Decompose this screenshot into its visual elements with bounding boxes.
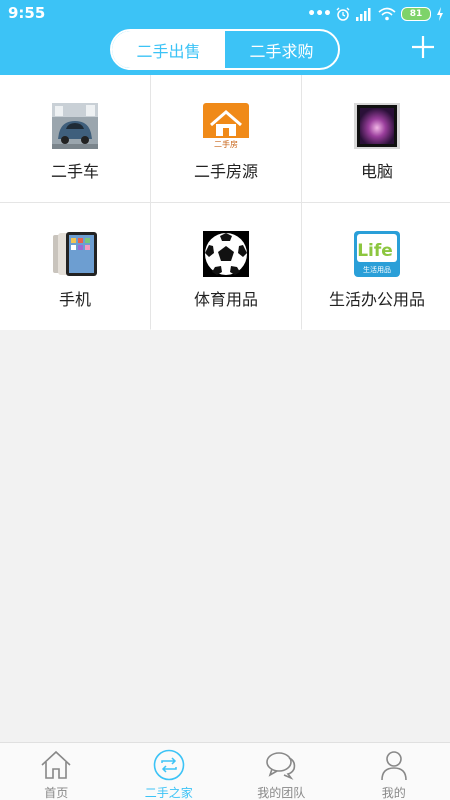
life-goods-image: Life 生活用品 [354, 231, 400, 277]
alarm-icon [336, 7, 350, 21]
status-icons: ••• 81 [307, 5, 444, 23]
computer-image [354, 103, 400, 149]
life-logo-text: Life [357, 241, 393, 261]
charging-icon [437, 7, 443, 21]
category-life-office-goods[interactable]: Life 生活用品 生活办公用品 [302, 203, 450, 330]
status-bar: 9:55 ••• 81 [0, 0, 450, 28]
exchange-icon [153, 749, 185, 781]
category-second-hand-house[interactable]: 二手房 二手房源 [151, 75, 301, 202]
house-image-text: 二手房 [214, 139, 238, 149]
house-image: 二手房 [203, 103, 249, 149]
app-header: 9:55 ••• 81 二手出售 二手求购 [0, 0, 450, 75]
category-label: 手机 [58, 290, 91, 309]
tab-label: 我的 [381, 786, 406, 800]
used-car-image [52, 103, 98, 149]
tab-second-hand-home[interactable]: 二手之家 [113, 743, 226, 800]
tab-mine[interactable]: 我的 [338, 743, 450, 800]
category-phone[interactable]: 手机 [0, 203, 150, 330]
tab-second-hand-wanted[interactable]: 二手求购 [225, 31, 338, 68]
category-grid: 二手车 二手房 二手房源 电脑 手机 体育用品 Life 生活用品 生活办公用品 [0, 75, 450, 330]
battery-indicator: 81 [401, 7, 431, 21]
category-label: 生活办公用品 [328, 290, 425, 309]
tab-label: 我的团队 [257, 786, 306, 800]
category-label: 二手车 [50, 162, 99, 181]
plus-icon[interactable] [410, 34, 436, 60]
tab-label: 二手之家 [144, 786, 193, 800]
wifi-icon [378, 7, 396, 21]
home-icon [41, 750, 71, 779]
soccer-ball-image [203, 231, 249, 277]
category-label: 体育用品 [193, 290, 258, 309]
phone-image [52, 231, 98, 277]
life-logo-subtext: 生活用品 [363, 265, 391, 274]
status-time: 9:55 [8, 4, 46, 22]
signal-icon [356, 8, 371, 21]
user-icon [380, 751, 407, 781]
category-used-car[interactable]: 二手车 [0, 75, 150, 202]
tab-my-team[interactable]: 我的团队 [225, 743, 338, 800]
chat-bubbles-icon [266, 752, 296, 780]
category-label: 二手房源 [193, 162, 258, 181]
tab-second-hand-sale[interactable]: 二手出售 [112, 31, 225, 68]
category-label: 电脑 [360, 162, 393, 181]
more-dots-icon: ••• [307, 6, 332, 22]
tab-home[interactable]: 首页 [0, 743, 113, 800]
sell-buy-segmented-control: 二手出售 二手求购 [110, 29, 340, 70]
category-computer[interactable]: 电脑 [302, 75, 450, 202]
category-sports-goods[interactable]: 体育用品 [151, 203, 301, 330]
tab-label: 首页 [44, 786, 69, 800]
bottom-tab-bar: 首页 二手之家 我的团队 我的 [0, 742, 450, 800]
